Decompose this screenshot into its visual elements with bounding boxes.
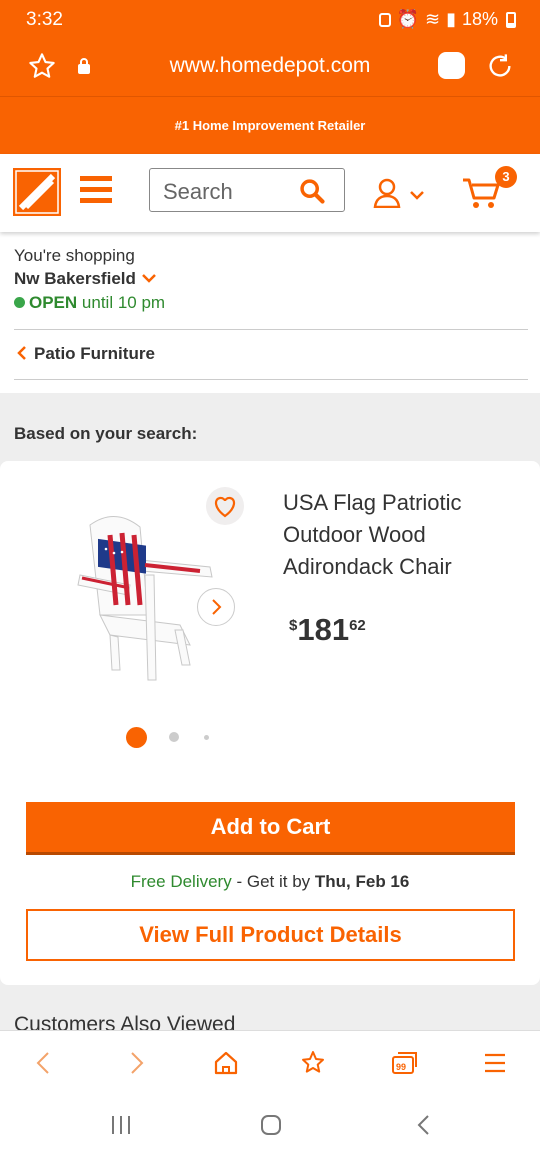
add-to-cart-button[interactable]: Add to Cart [26, 802, 515, 855]
promo-banner: #1 Home Improvement Retailer [0, 96, 540, 155]
product-price: $18162 [289, 612, 366, 648]
menu-icon[interactable] [80, 176, 112, 206]
delivery-date: Thu, Feb 16 [314, 872, 410, 891]
open-label: OPEN [29, 293, 78, 312]
signal-icon: ▮ [446, 9, 456, 29]
search-placeholder: Search [163, 179, 233, 204]
menu-lines-icon[interactable] [482, 1049, 508, 1082]
divider [14, 329, 528, 330]
shopping-label: You're shopping [14, 246, 135, 265]
breadcrumb[interactable]: Patio Furniture [16, 344, 155, 364]
home-button-icon[interactable] [260, 1114, 282, 1136]
browser-bottom-nav: 99 [0, 1030, 540, 1093]
breadcrumb-label: Patio Furniture [34, 344, 155, 363]
wifi-icon: ≋ [424, 9, 441, 29]
home-icon[interactable] [212, 1049, 240, 1082]
store-hours: OPEN until 10 pm [14, 293, 165, 313]
status-icons: ⏰ ≋ ▮ 18% [378, 9, 516, 30]
cart-count-badge: 3 [495, 166, 517, 188]
price-symbol: $ [289, 617, 298, 634]
favorite-button[interactable] [206, 487, 244, 525]
site-header: Search 3 [0, 154, 540, 232]
pagination-dot-active[interactable] [126, 727, 147, 748]
search-icon[interactable] [298, 177, 326, 205]
svg-text:99: 99 [396, 1062, 406, 1072]
open-status-dot [14, 297, 25, 309]
search-input[interactable]: Search [149, 168, 345, 212]
reload-icon[interactable] [486, 52, 514, 80]
pagination-dot[interactable] [169, 732, 179, 742]
notification-icon [378, 12, 391, 27]
hours-text: until 10 pm [81, 293, 166, 312]
alarm-icon: ⏰ [396, 9, 419, 29]
heart-icon [214, 496, 236, 518]
account-icon[interactable] [373, 178, 431, 208]
store-selector[interactable]: Nw Bakersfield [14, 269, 165, 289]
free-delivery-label: Free Delivery [130, 872, 232, 891]
store-info: You're shopping Nw Bakersfield OPEN unti… [14, 246, 165, 313]
forward-icon[interactable] [124, 1049, 148, 1082]
battery-text: 18% [461, 9, 498, 29]
status-time: 3:32 [26, 9, 63, 30]
chevron-right-icon [212, 599, 222, 615]
section-title: Based on your search: [14, 424, 198, 443]
extension-icon[interactable] [438, 52, 465, 79]
divider [14, 379, 528, 380]
view-details-button[interactable]: View Full Product Details [26, 909, 515, 961]
store-name: Nw Bakersfield [14, 269, 136, 288]
system-nav-bar [0, 1092, 540, 1158]
price-dollars: 181 [297, 612, 350, 647]
back-icon[interactable] [32, 1049, 56, 1082]
recents-icon[interactable] [110, 1114, 132, 1136]
chevron-down-icon [141, 274, 156, 283]
bookmark-icon[interactable] [300, 1049, 328, 1082]
product-name[interactable]: USA Flag Patriotic Outdoor Wood Adironda… [283, 487, 523, 583]
delivery-text: - Get it by [231, 872, 315, 891]
chevron-left-icon [17, 346, 26, 360]
tabs-icon[interactable]: 99 [390, 1049, 420, 1082]
cart-button[interactable]: 3 [461, 166, 517, 215]
pagination-dot[interactable] [204, 735, 209, 740]
home-depot-logo[interactable] [13, 168, 61, 216]
browser-url-bar: www.homedepot.com [0, 40, 540, 96]
status-bar: 3:32 ⏰ ≋ ▮ 18% [0, 0, 540, 40]
price-cents: 62 [349, 617, 366, 634]
battery-icon [506, 11, 516, 28]
system-back-icon[interactable] [414, 1114, 434, 1136]
next-image-button[interactable] [197, 588, 235, 626]
delivery-info: Free Delivery - Get it by Thu, Feb 16 [0, 872, 540, 892]
